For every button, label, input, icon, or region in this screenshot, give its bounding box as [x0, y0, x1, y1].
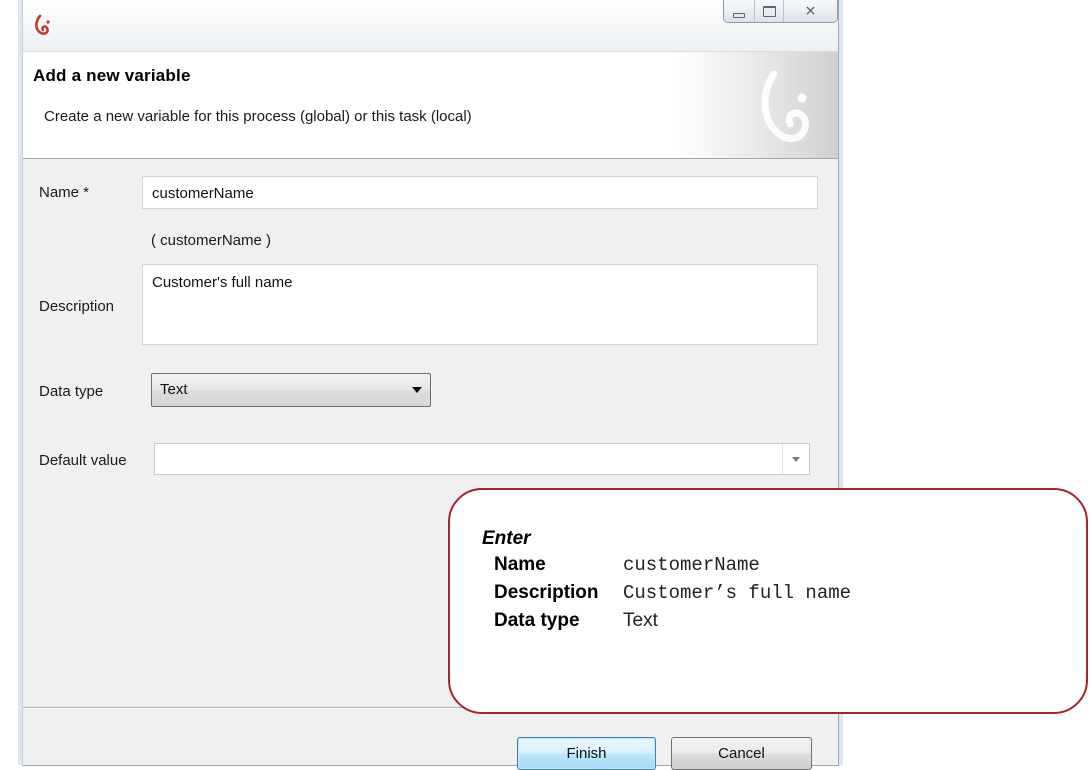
- dialog-subtitle: Create a new variable for this process (…: [44, 108, 472, 125]
- window-controls: ⨯: [723, 0, 838, 23]
- maximize-icon: [762, 5, 776, 17]
- name-label: Name *: [39, 184, 90, 201]
- callout-key: Data type: [494, 610, 580, 631]
- close-icon: ⨯: [804, 3, 817, 19]
- title-bar[interactable]: ⨯: [23, 0, 838, 50]
- callout-key: Description: [494, 582, 599, 603]
- datatype-selected-value: Text: [160, 381, 188, 398]
- name-input[interactable]: customerName: [142, 176, 818, 209]
- callout-value: Text: [623, 610, 658, 631]
- description-label: Description: [39, 298, 115, 315]
- datatype-label: Data type: [39, 383, 104, 400]
- callout-title: Enter: [482, 528, 531, 549]
- minimize-button[interactable]: [724, 0, 755, 22]
- minimize-icon: [733, 12, 745, 18]
- name-preview: ( customerName ): [151, 232, 272, 249]
- default-value-combo[interactable]: [154, 443, 810, 475]
- bonita-logo-icon: [35, 14, 50, 35]
- callout-value: Customer’s full name: [623, 582, 852, 604]
- wizard-header: Add a new variable Create a new variable…: [23, 51, 838, 159]
- chevron-down-icon: [792, 456, 800, 462]
- callout-value: customerName: [623, 554, 760, 576]
- callout-key: Name: [494, 554, 546, 575]
- cancel-button[interactable]: Cancel: [671, 737, 812, 770]
- finish-button[interactable]: Finish: [517, 737, 656, 770]
- dialog-title: Add a new variable: [33, 66, 191, 85]
- default-value-label: Default value: [39, 452, 127, 469]
- description-textarea[interactable]: Customer's full name: [142, 264, 818, 345]
- bonita-watermark-icon: [761, 70, 809, 143]
- datatype-select[interactable]: Text: [151, 373, 431, 407]
- instruction-callout: Enter Name customerName Description Cust…: [448, 488, 1088, 714]
- maximize-button[interactable]: [755, 0, 784, 22]
- chevron-down-icon: [412, 387, 422, 393]
- default-value-dropdown-button[interactable]: [782, 444, 809, 474]
- close-button[interactable]: ⨯: [784, 0, 837, 22]
